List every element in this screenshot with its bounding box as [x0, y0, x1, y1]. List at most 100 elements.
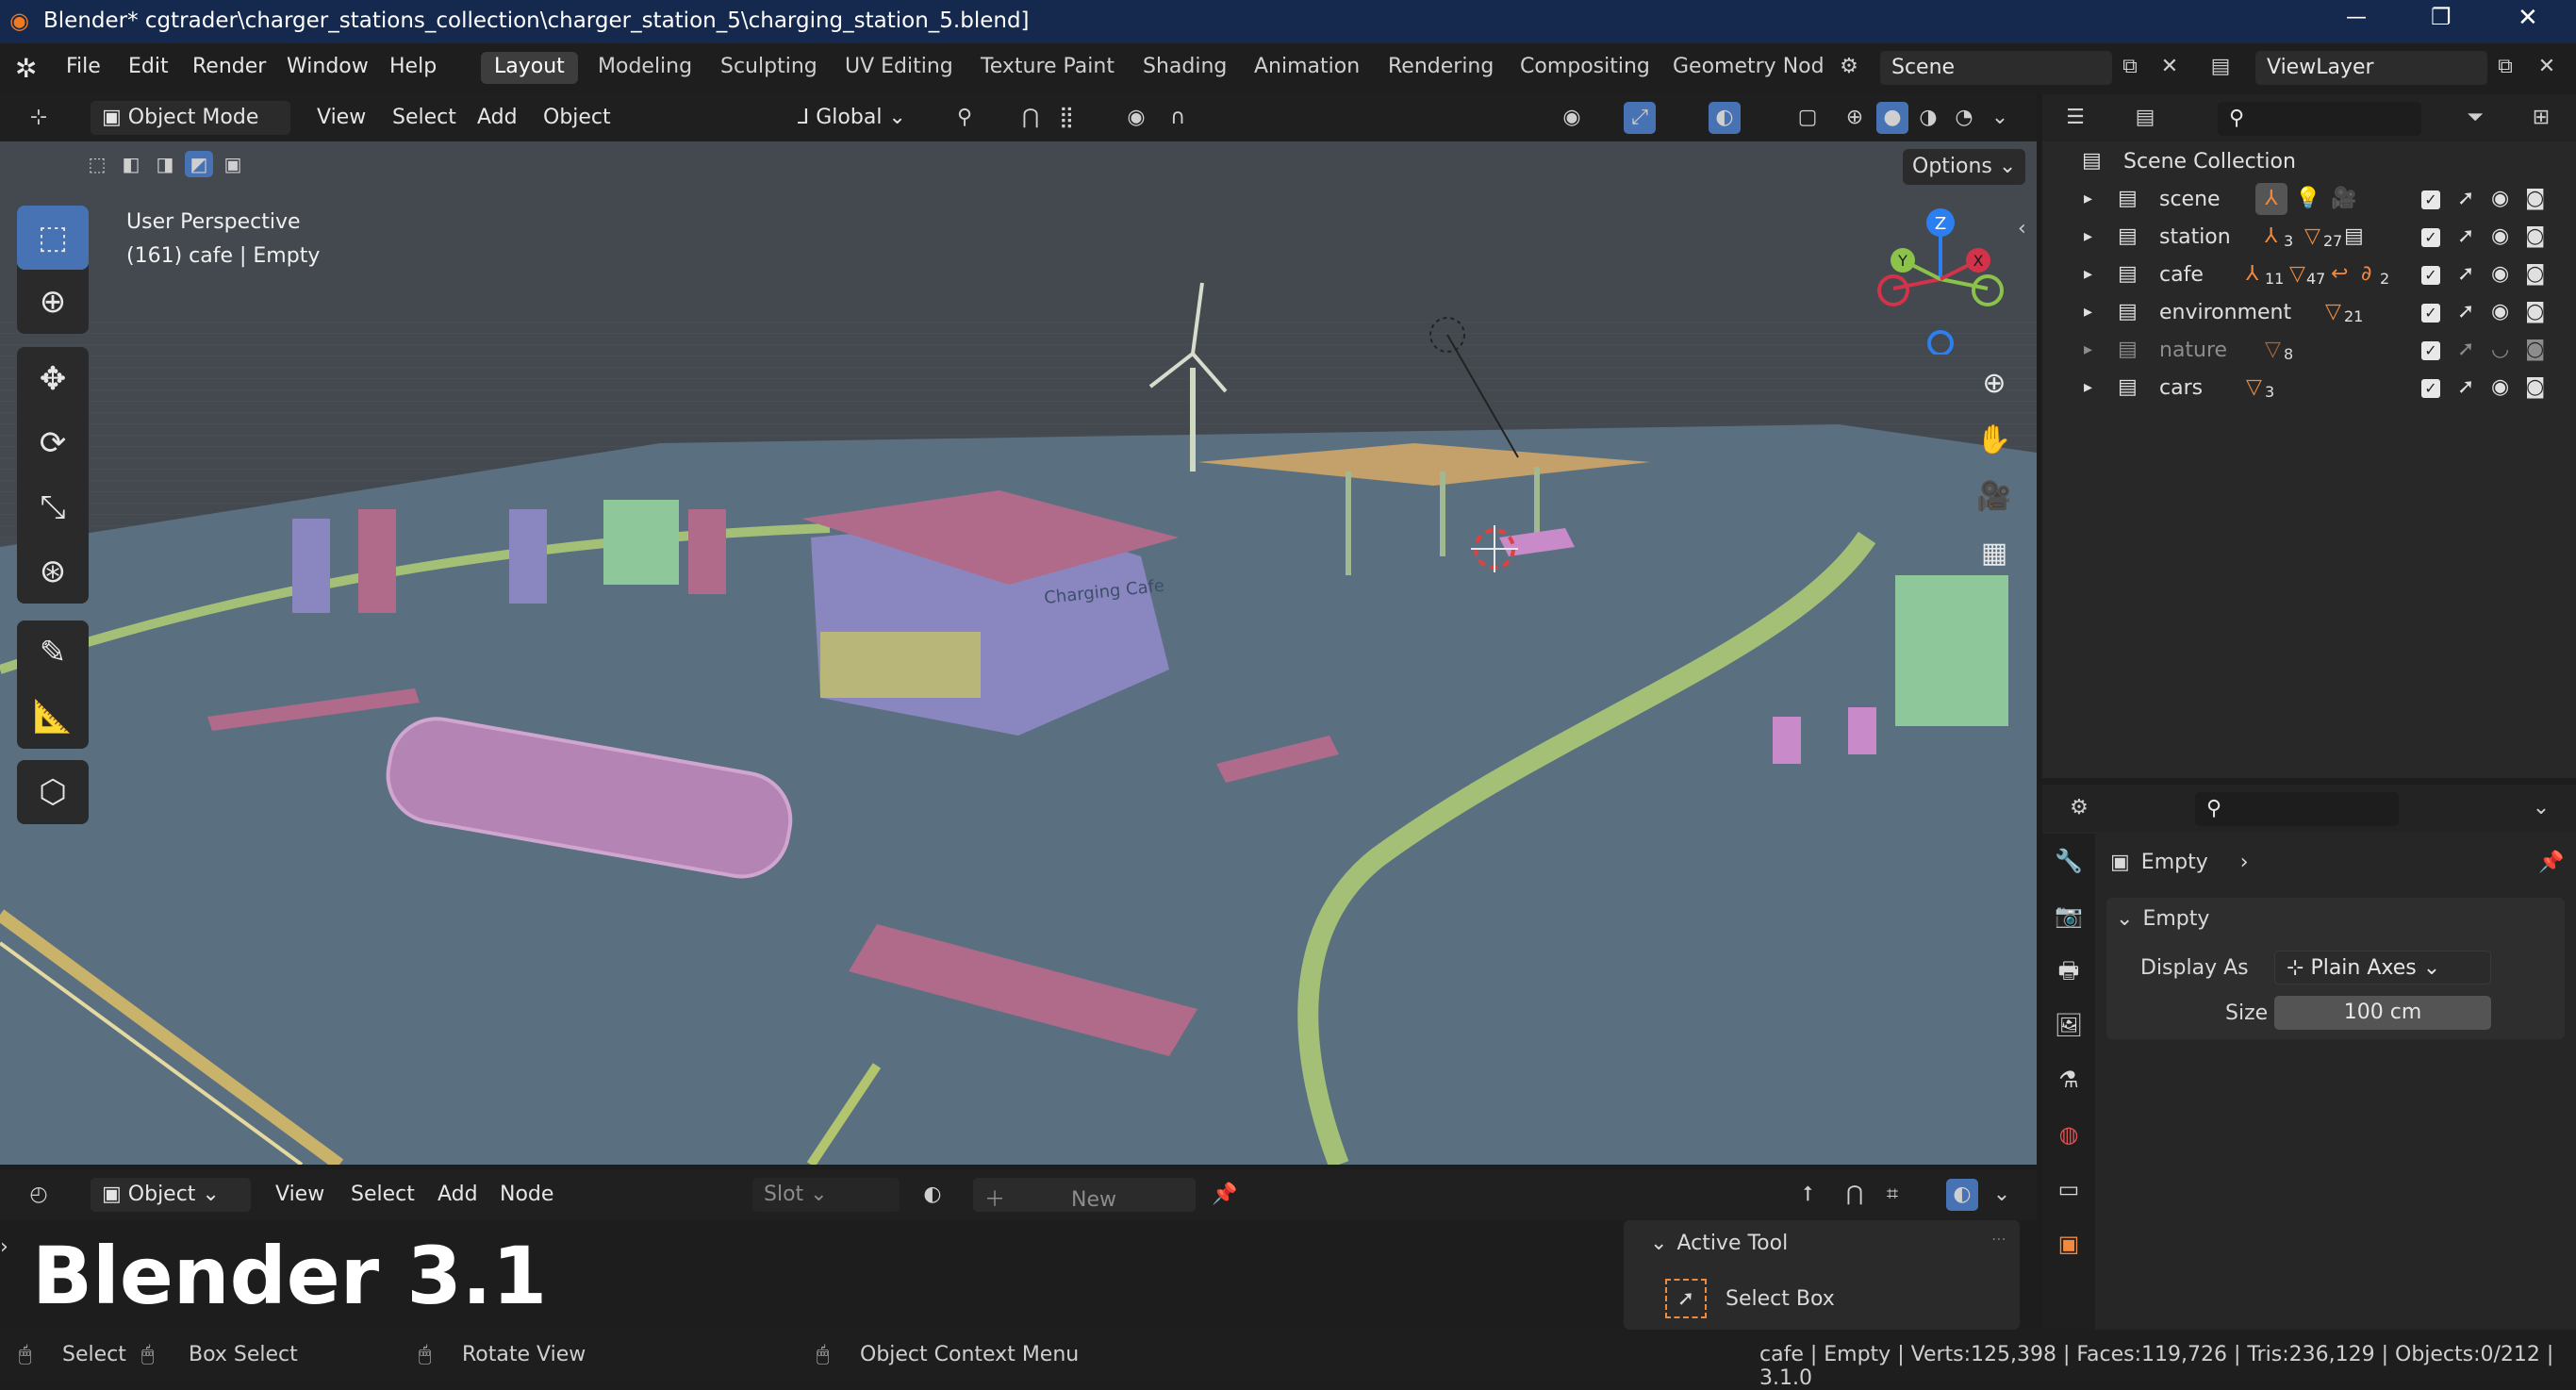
remove-scene-icon[interactable]: ✕: [2154, 51, 2186, 83]
menu-object[interactable]: Object: [543, 106, 611, 129]
mode-dropdown[interactable]: ▣ Object Mode ⌄: [91, 101, 290, 153]
parent-node-icon[interactable]: ⭡: [1792, 1179, 1824, 1211]
new-collection-icon[interactable]: ⊞: [2525, 102, 2557, 134]
falloff-icon[interactable]: ∩: [1162, 102, 1194, 134]
material-shading-icon[interactable]: ◑: [1912, 102, 1944, 134]
menu-edit[interactable]: Edit: [128, 55, 169, 78]
exclude-checkbox[interactable]: ✓: [2421, 304, 2440, 323]
tab-shading[interactable]: Shading: [1130, 52, 1240, 84]
editor-type-icon[interactable]: ◴: [23, 1179, 55, 1211]
transform-tool-icon[interactable]: ⊛: [17, 539, 89, 604]
display-as-dropdown[interactable]: ⊹ Plain Axes ⌄: [2274, 951, 2491, 985]
select-box-tool[interactable]: ➚ Select Box: [1665, 1279, 1835, 1318]
tab-texture-paint[interactable]: Texture Paint: [967, 52, 1128, 84]
panel-header[interactable]: ⌄ Empty: [2116, 907, 2209, 931]
pin-icon[interactable]: 📌: [2538, 851, 2564, 874]
menu-view[interactable]: View: [317, 106, 366, 129]
slot-dropdown[interactable]: Slot ⌄: [752, 1178, 900, 1212]
chevron-down-icon[interactable]: ⌄: [2525, 792, 2557, 824]
selectable-icon[interactable]: ➚: [2457, 338, 2474, 361]
gizmo-toggle-icon[interactable]: ⤢: [1624, 102, 1656, 134]
new-material-button[interactable]: ＋ New: [973, 1178, 1196, 1212]
tool-tab-icon[interactable]: 🔧: [2042, 834, 2095, 888]
menu-file[interactable]: File: [66, 55, 101, 78]
collection-row-environment[interactable]: ▸ ▤ environment ▽ 21 ✓ ➚ ◉ ◙: [2042, 294, 2576, 332]
xray-toggle-icon[interactable]: ▢: [1792, 102, 1824, 134]
filter-icon[interactable]: ⏷: [2459, 102, 2491, 134]
add-cube-tool-icon[interactable]: ⬡: [17, 760, 89, 824]
selectable-icon[interactable]: ➚: [2457, 187, 2474, 210]
menu-render[interactable]: Render: [192, 55, 266, 78]
cursor-tool-icon[interactable]: ⊕: [17, 270, 89, 334]
selectable-icon[interactable]: ➚: [2457, 224, 2474, 248]
options-dropdown[interactable]: Options ⌄: [1903, 149, 2026, 185]
hidden-eye-icon[interactable]: ◡: [2491, 338, 2509, 361]
render-disabled-icon[interactable]: ◙: [2525, 338, 2545, 361]
active-tool-header[interactable]: ⌄ Active Tool: [1650, 1232, 1788, 1255]
render-camera-icon[interactable]: ◙: [2525, 375, 2545, 399]
menu-view[interactable]: View: [275, 1183, 324, 1206]
snap-icon[interactable]: ⋂: [1839, 1179, 1871, 1211]
render-camera-icon[interactable]: ◙: [2525, 262, 2545, 286]
render-camera-icon[interactable]: ◙: [2525, 224, 2545, 248]
world-tab-icon[interactable]: ◍: [2042, 1107, 2095, 1162]
visibility-eye-icon[interactable]: ◉: [2491, 262, 2509, 286]
menu-select[interactable]: Select: [392, 106, 456, 129]
select-box-tool-icon[interactable]: ⬚: [17, 206, 89, 270]
overlays-toggle-icon[interactable]: ◐: [1709, 102, 1741, 134]
display-mode-icon[interactable]: ▤: [2129, 102, 2161, 134]
render-camera-icon[interactable]: ◙: [2525, 300, 2545, 323]
outliner-search-input[interactable]: ⚲: [2218, 102, 2421, 136]
render-camera-icon[interactable]: ◙: [2525, 187, 2545, 210]
tab-modeling[interactable]: Modeling: [585, 52, 705, 84]
tab-compositing[interactable]: Compositing: [1507, 52, 1663, 84]
collection-tab-icon[interactable]: ▭: [2042, 1162, 2095, 1216]
collection-row-cars[interactable]: ▸ ▤ cars ▽ 3 ✓ ➚ ◉ ◙: [2042, 370, 2576, 407]
scale-tool-icon[interactable]: ⤡: [17, 475, 89, 539]
material-browse-icon[interactable]: ◐: [916, 1179, 949, 1211]
rendered-shading-icon[interactable]: ◔: [1948, 102, 1980, 134]
select-extend-icon[interactable]: ◧: [117, 151, 145, 177]
overlays-toggle-icon[interactable]: ◐: [1946, 1179, 1978, 1211]
menu-help[interactable]: Help: [389, 55, 437, 78]
menu-add[interactable]: Add: [438, 1183, 478, 1206]
selectable-icon[interactable]: ➚: [2457, 262, 2474, 286]
solid-shading-icon[interactable]: ●: [1876, 102, 1908, 134]
new-scene-icon[interactable]: ⧉: [2114, 51, 2146, 83]
close-button[interactable]: ✕: [2518, 4, 2538, 32]
output-tab-icon[interactable]: 🖶: [2042, 943, 2095, 998]
view-layer-field[interactable]: ViewLayer: [2255, 51, 2487, 85]
selectable-icon[interactable]: ➚: [2457, 300, 2474, 323]
perspective-toggle-icon[interactable]: ▦: [1971, 530, 2018, 577]
pivot-icon[interactable]: ⚲: [949, 102, 981, 134]
object-type-dropdown[interactable]: ▣ Object ⌄: [91, 1178, 251, 1212]
collapse-sidebar-icon[interactable]: ‹: [2018, 217, 2026, 240]
collection-row-scene[interactable]: ▸ ▤ scene ⅄ 💡 🎥 ✓ ➚ ◉ ◙: [2042, 181, 2576, 219]
chevron-down-icon[interactable]: ⌄: [1986, 1179, 2018, 1211]
exclude-checkbox[interactable]: ✓: [2421, 228, 2440, 247]
tab-sculpting[interactable]: Sculpting: [707, 52, 831, 84]
scene-tab-icon[interactable]: ⚗: [2042, 1052, 2095, 1107]
expand-arrow-icon[interactable]: ▸: [2084, 302, 2092, 322]
size-field[interactable]: 100 cm: [2274, 996, 2491, 1030]
3d-viewport[interactable]: Charging Cafe ⬚ ◧ ◨ ◩ ▣ Options ⌄ User P…: [0, 141, 2037, 1165]
measure-tool-icon[interactable]: 📐: [17, 685, 89, 749]
chevron-down-icon[interactable]: ⌄: [1984, 102, 2016, 134]
expand-arrow-icon[interactable]: ▸: [2084, 377, 2092, 397]
select-subtract-icon[interactable]: ◨: [151, 151, 179, 177]
expand-arrow-icon[interactable]: ▸: [2084, 189, 2092, 208]
view-layer-tab-icon[interactable]: 🖼: [2042, 998, 2095, 1052]
editor-type-icon[interactable]: ⊹: [23, 102, 55, 134]
expand-arrow-icon[interactable]: ▸: [2084, 264, 2092, 284]
tab-geometry-nodes[interactable]: Geometry Nod: [1660, 52, 1838, 84]
collection-row-cafe[interactable]: ▸ ▤ cafe ⅄ 11 ▽ 47 ↩ ∂ 2 ✓ ➚ ◉ ◙: [2042, 256, 2576, 294]
visibility-eye-icon[interactable]: ◉: [2491, 187, 2509, 210]
expand-arrow-icon[interactable]: ▸: [2084, 226, 2092, 246]
properties-search-input[interactable]: ⚲: [2195, 792, 2399, 826]
exclude-checkbox[interactable]: ✓: [2421, 379, 2440, 398]
navigation-gizmo[interactable]: Z Y X: [1874, 204, 2006, 355]
scene-collection-row[interactable]: ▤ Scene Collection: [2042, 143, 2576, 181]
rotate-tool-icon[interactable]: ⟳: [17, 411, 89, 475]
pin-icon[interactable]: 📌: [1209, 1179, 1241, 1211]
collection-row-station[interactable]: ▸ ▤ station ⅄ 3 ▽ 27 ▤ ✓ ➚ ◉ ◙: [2042, 219, 2576, 256]
